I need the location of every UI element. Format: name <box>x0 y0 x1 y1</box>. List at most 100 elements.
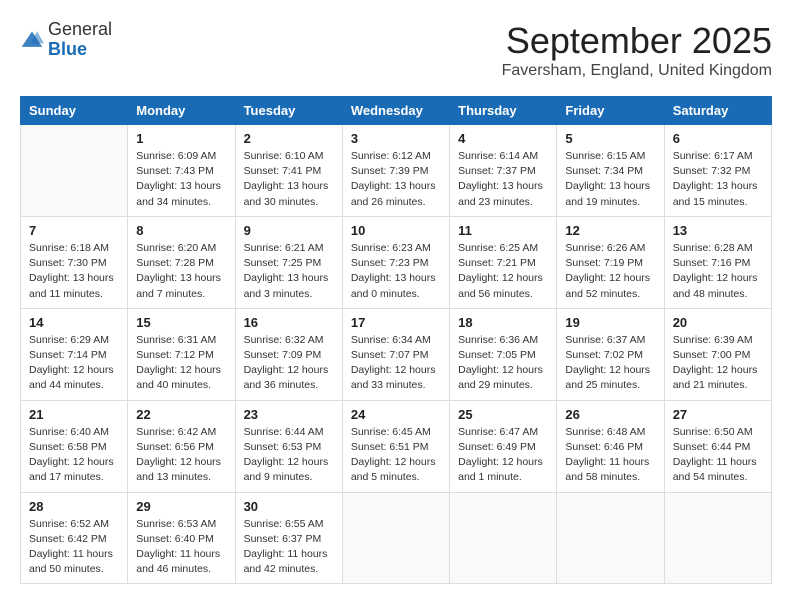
day-info: Sunrise: 6:26 AMSunset: 7:19 PMDaylight:… <box>565 241 655 302</box>
calendar-cell-w1d1: 8Sunrise: 6:20 AMSunset: 7:28 PMDaylight… <box>128 216 235 308</box>
day-info: Sunrise: 6:14 AMSunset: 7:37 PMDaylight:… <box>458 149 548 210</box>
month-title: September 2025 <box>502 20 772 62</box>
day-info: Sunrise: 6:34 AMSunset: 7:07 PMDaylight:… <box>351 333 441 394</box>
day-info: Sunrise: 6:53 AMSunset: 6:40 PMDaylight:… <box>136 517 226 578</box>
day-info: Sunrise: 6:23 AMSunset: 7:23 PMDaylight:… <box>351 241 441 302</box>
calendar-cell-w4d0: 28 Sunrise: 6:52 AMSunset: 6:42 PMDayligh… <box>21 492 128 584</box>
header-wednesday: Wednesday <box>342 97 449 125</box>
calendar-cell-w0d0 <box>21 125 128 217</box>
day-number: 9 <box>244 223 334 238</box>
day-info: Sunrise: 6:52 AMSunset: 6:42 PMDaylight:… <box>29 517 119 578</box>
day-number: 21 <box>29 407 119 422</box>
day-info: Sunrise: 6:39 AMSunset: 7:00 PMDaylight:… <box>673 333 763 394</box>
calendar-table: Sunday Monday Tuesday Wednesday Thursday… <box>20 96 772 584</box>
calendar-week-row-1: 7 Sunrise: 6:18 AMSunset: 7:30 PMDaylight… <box>21 216 772 308</box>
calendar-cell-w0d3: 3Sunrise: 6:12 AMSunset: 7:39 PMDaylight… <box>342 125 449 217</box>
day-info: Sunrise: 6:28 AMSunset: 7:16 PMDaylight:… <box>673 241 763 302</box>
calendar-cell-w2d5: 19 Sunrise: 6:37 AMSunset: 7:02 PMDayligh… <box>557 308 664 400</box>
day-info: Sunrise: 6:37 AMSunset: 7:02 PMDaylight:… <box>565 333 655 394</box>
logo-text: General Blue <box>48 20 112 60</box>
day-info: Sunrise: 6:12 AMSunset: 7:39 PMDaylight:… <box>351 149 441 210</box>
calendar-cell-w1d3: 10Sunrise: 6:23 AMSunset: 7:23 PMDayligh… <box>342 216 449 308</box>
day-info: Sunrise: 6:48 AMSunset: 6:46 PMDaylight:… <box>565 425 655 486</box>
day-number: 1 <box>136 131 226 146</box>
logo-general: General <box>48 20 112 40</box>
day-number: 12 <box>565 223 655 238</box>
day-info: Sunrise: 6:42 AMSunset: 6:56 PMDaylight:… <box>136 425 226 486</box>
calendar-cell-w3d5: 26 Sunrise: 6:48 AMSunset: 6:46 PMDayligh… <box>557 400 664 492</box>
calendar-cell-w3d4: 25 Sunrise: 6:47 AMSunset: 6:49 PMDayligh… <box>450 400 557 492</box>
calendar-cell-w3d0: 21Sunrise: 6:40 AMSunset: 6:58 PMDayligh… <box>21 400 128 492</box>
calendar-cell-w2d3: 17 Sunrise: 6:34 AMSunset: 7:07 PMDayligh… <box>342 308 449 400</box>
calendar-cell-w1d5: 12 Sunrise: 6:26 AMSunset: 7:19 PMDayligh… <box>557 216 664 308</box>
day-number: 25 <box>458 407 548 422</box>
day-info: Sunrise: 6:55 AMSunset: 6:37 PMDaylight:… <box>244 517 334 578</box>
day-info: Sunrise: 6:09 AMSunset: 7:43 PMDaylight:… <box>136 149 226 210</box>
calendar-cell-w3d3: 24 Sunrise: 6:45 AMSunset: 6:51 PMDayligh… <box>342 400 449 492</box>
calendar-cell-w2d0: 14Sunrise: 6:29 AMSunset: 7:14 PMDayligh… <box>21 308 128 400</box>
day-info: Sunrise: 6:10 AMSunset: 7:41 PMDaylight:… <box>244 149 334 210</box>
calendar-week-row-2: 14Sunrise: 6:29 AMSunset: 7:14 PMDayligh… <box>21 308 772 400</box>
header-monday: Monday <box>128 97 235 125</box>
calendar-cell-w4d1: 29 Sunrise: 6:53 AMSunset: 6:40 PMDayligh… <box>128 492 235 584</box>
day-number: 2 <box>244 131 334 146</box>
day-number: 4 <box>458 131 548 146</box>
calendar-cell-w2d4: 18 Sunrise: 6:36 AMSunset: 7:05 PMDayligh… <box>450 308 557 400</box>
day-info: Sunrise: 6:36 AMSunset: 7:05 PMDaylight:… <box>458 333 548 394</box>
calendar-cell-w0d4: 4 Sunrise: 6:14 AMSunset: 7:37 PMDaylight… <box>450 125 557 217</box>
calendar-cell-w2d6: 20 Sunrise: 6:39 AMSunset: 7:00 PMDayligh… <box>664 308 771 400</box>
day-number: 17 <box>351 315 441 330</box>
header-saturday: Saturday <box>664 97 771 125</box>
day-number: 22 <box>136 407 226 422</box>
calendar-cell-w2d1: 15 Sunrise: 6:31 AMSunset: 7:12 PMDayligh… <box>128 308 235 400</box>
day-number: 29 <box>136 499 226 514</box>
calendar-cell-w0d6: 6 Sunrise: 6:17 AMSunset: 7:32 PMDaylight… <box>664 125 771 217</box>
day-number: 15 <box>136 315 226 330</box>
day-info: Sunrise: 6:15 AMSunset: 7:34 PMDaylight:… <box>565 149 655 210</box>
day-info: Sunrise: 6:44 AMSunset: 6:53 PMDaylight:… <box>244 425 334 486</box>
calendar-week-row-0: 1 Sunrise: 6:09 AMSunset: 7:43 PMDaylight… <box>21 125 772 217</box>
day-number: 24 <box>351 407 441 422</box>
logo-blue: Blue <box>48 40 112 60</box>
calendar-cell-w0d5: 5 Sunrise: 6:15 AMSunset: 7:34 PMDaylight… <box>557 125 664 217</box>
day-number: 18 <box>458 315 548 330</box>
calendar-cell-w0d2: 2 Sunrise: 6:10 AMSunset: 7:41 PMDaylight… <box>235 125 342 217</box>
calendar-cell-w1d6: 13 Sunrise: 6:28 AMSunset: 7:16 PMDayligh… <box>664 216 771 308</box>
calendar-cell-w4d6 <box>664 492 771 584</box>
day-number: 26 <box>565 407 655 422</box>
day-number: 27 <box>673 407 763 422</box>
day-info: Sunrise: 6:50 AMSunset: 6:44 PMDaylight:… <box>673 425 763 486</box>
day-number: 6 <box>673 131 763 146</box>
page-header: General Blue September 2025 Faversham, E… <box>20 20 772 80</box>
day-number: 28 <box>29 499 119 514</box>
logo: General Blue <box>20 20 112 60</box>
day-number: 13 <box>673 223 763 238</box>
day-info: Sunrise: 6:17 AMSunset: 7:32 PMDaylight:… <box>673 149 763 210</box>
logo-icon <box>20 28 44 52</box>
calendar-body: 1 Sunrise: 6:09 AMSunset: 7:43 PMDaylight… <box>21 125 772 584</box>
calendar-cell-w3d6: 27 Sunrise: 6:50 AMSunset: 6:44 PMDayligh… <box>664 400 771 492</box>
day-number: 11 <box>458 223 548 238</box>
calendar-cell-w4d5 <box>557 492 664 584</box>
calendar-cell-w4d2: 30Sunrise: 6:55 AMSunset: 6:37 PMDayligh… <box>235 492 342 584</box>
day-info: Sunrise: 6:18 AMSunset: 7:30 PMDaylight:… <box>29 241 119 302</box>
day-info: Sunrise: 6:45 AMSunset: 6:51 PMDaylight:… <box>351 425 441 486</box>
calendar-cell-w1d2: 9Sunrise: 6:21 AMSunset: 7:25 PMDaylight… <box>235 216 342 308</box>
day-number: 20 <box>673 315 763 330</box>
calendar-cell-w3d1: 22 Sunrise: 6:42 AMSunset: 6:56 PMDayligh… <box>128 400 235 492</box>
calendar-cell-w0d1: 1 Sunrise: 6:09 AMSunset: 7:43 PMDaylight… <box>128 125 235 217</box>
day-info: Sunrise: 6:47 AMSunset: 6:49 PMDaylight:… <box>458 425 548 486</box>
calendar-cell-w2d2: 16Sunrise: 6:32 AMSunset: 7:09 PMDayligh… <box>235 308 342 400</box>
day-number: 8 <box>136 223 226 238</box>
day-number: 19 <box>565 315 655 330</box>
header-thursday: Thursday <box>450 97 557 125</box>
calendar-week-row-4: 28 Sunrise: 6:52 AMSunset: 6:42 PMDayligh… <box>21 492 772 584</box>
day-number: 7 <box>29 223 119 238</box>
day-info: Sunrise: 6:25 AMSunset: 7:21 PMDaylight:… <box>458 241 548 302</box>
header-sunday: Sunday <box>21 97 128 125</box>
day-info: Sunrise: 6:31 AMSunset: 7:12 PMDaylight:… <box>136 333 226 394</box>
day-number: 16 <box>244 315 334 330</box>
title-block: September 2025 Faversham, England, Unite… <box>502 20 772 80</box>
day-number: 5 <box>565 131 655 146</box>
location: Faversham, England, United Kingdom <box>502 62 772 80</box>
